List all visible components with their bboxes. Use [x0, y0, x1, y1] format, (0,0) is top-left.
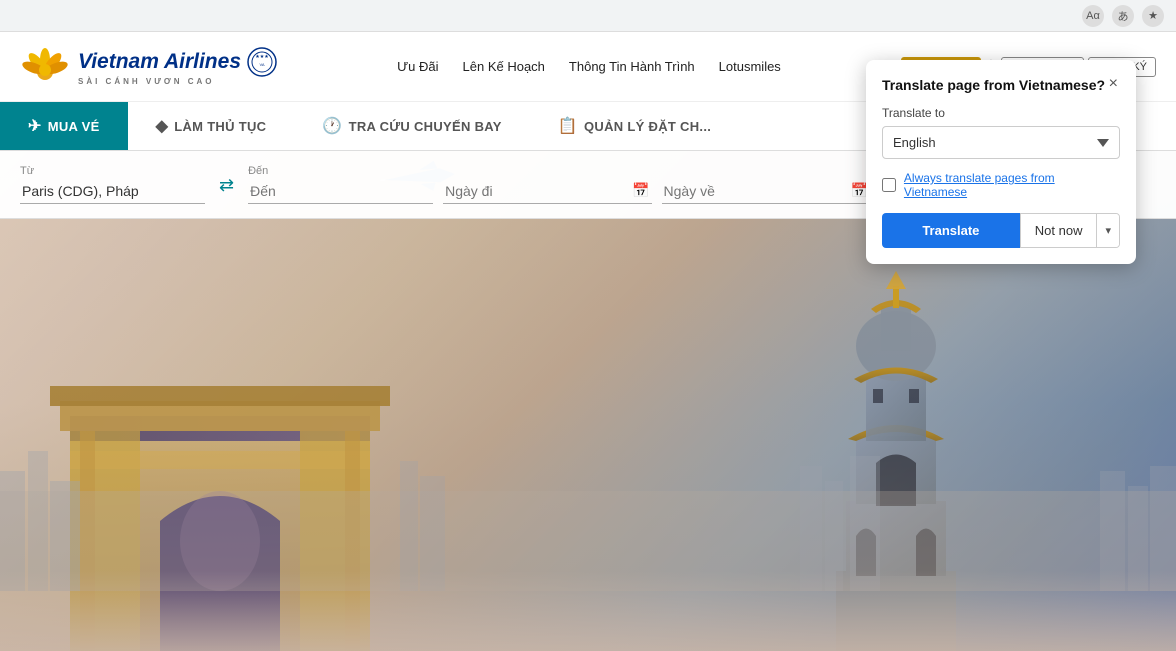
logo-tagline: SÀI CÁNH VƯƠN CAO: [78, 77, 277, 86]
depart-input[interactable]: [445, 183, 626, 199]
translate-popup: Translate page from Vietnamese? × Transl…: [866, 60, 1136, 264]
logo-brand-name: Vietnam Airlines: [78, 50, 241, 74]
return-input[interactable]: [664, 183, 845, 199]
svg-text:VA: VA: [259, 62, 264, 67]
popup-header: Translate page from Vietnamese? ×: [882, 76, 1120, 94]
clipboard-icon: 📋: [558, 116, 578, 136]
language-select[interactable]: English: [882, 126, 1120, 159]
diamond-icon: ◆: [156, 116, 169, 136]
always-translate-row: Always translate pages from Vietnamese: [882, 171, 1120, 199]
tab-buy-ticket[interactable]: ✈ MUA VÉ: [0, 102, 128, 150]
browser-icon-bookmark[interactable]: ★: [1142, 5, 1164, 27]
always-translate-label: Always translate pages from Vietnamese: [904, 171, 1120, 199]
depart-date-field[interactable]: 📅: [443, 178, 651, 204]
browser-icon-translate[interactable]: あ: [1112, 5, 1134, 27]
svg-text:★★★: ★★★: [255, 54, 269, 60]
browser-icon-font[interactable]: Aα: [1082, 5, 1104, 27]
nav-link-deals[interactable]: Ưu Đãi: [387, 55, 448, 78]
plane-icon: ✈: [28, 116, 42, 136]
not-now-button[interactable]: Not now: [1021, 214, 1097, 247]
popup-close-button[interactable]: ×: [1107, 76, 1120, 92]
from-input[interactable]: [20, 179, 205, 204]
swap-button[interactable]: ⇄: [215, 171, 238, 200]
clock-icon: 🕐: [322, 116, 342, 136]
nav-link-lotus[interactable]: Lotusmiles: [709, 55, 791, 78]
tab-check-in[interactable]: ◆ LÀM THỦ TỤC: [128, 102, 295, 150]
always-translate-checkbox[interactable]: [882, 178, 896, 192]
to-label: Đến: [248, 165, 433, 177]
browser-chrome: Aα あ ★: [0, 0, 1176, 32]
nav-link-plan[interactable]: Lên Kế Hoạch: [453, 55, 555, 78]
translate-to-label: Translate to: [882, 106, 1120, 120]
logo-emblem: ★★★ VA: [247, 47, 277, 77]
tab-manage-booking[interactable]: 📋 QUẢN LÝ ĐẶT CH...: [530, 102, 739, 150]
return-field: 📅: [662, 178, 870, 204]
logo-text: Vietnam Airlines ★★★ VA SÀI CÁNH VƯƠN CA…: [78, 47, 277, 86]
popup-actions: Translate Not now ▾: [882, 213, 1120, 248]
logo-area: Vietnam Airlines ★★★ VA SÀI CÁNH VƯƠN CA…: [20, 42, 277, 92]
main-nav: Ưu Đãi Lên Kế Hoạch Thông Tin Hành Trình…: [387, 55, 791, 78]
from-field: Từ: [20, 165, 205, 204]
calendar-icon-depart: 📅: [632, 182, 649, 199]
not-now-group: Not now ▾: [1020, 213, 1120, 248]
website-container: Vietnam Airlines ★★★ VA SÀI CÁNH VƯƠN CA…: [0, 32, 1176, 651]
depart-field: 📅: [443, 178, 651, 204]
popup-title: Translate page from Vietnamese?: [882, 76, 1105, 94]
to-field: Đến: [248, 165, 433, 204]
translate-button[interactable]: Translate: [882, 213, 1020, 248]
to-input[interactable]: [248, 179, 433, 204]
not-now-dropdown[interactable]: ▾: [1096, 214, 1119, 247]
from-label: Từ: [20, 165, 205, 177]
vietnam-airlines-logo-icon: [20, 42, 70, 92]
tab-flight-search[interactable]: 🕐 TRA CỨU CHUYẾN BAY: [294, 102, 529, 150]
return-date-field[interactable]: 📅: [662, 178, 870, 204]
nav-link-journey[interactable]: Thông Tin Hành Trình: [559, 55, 705, 78]
